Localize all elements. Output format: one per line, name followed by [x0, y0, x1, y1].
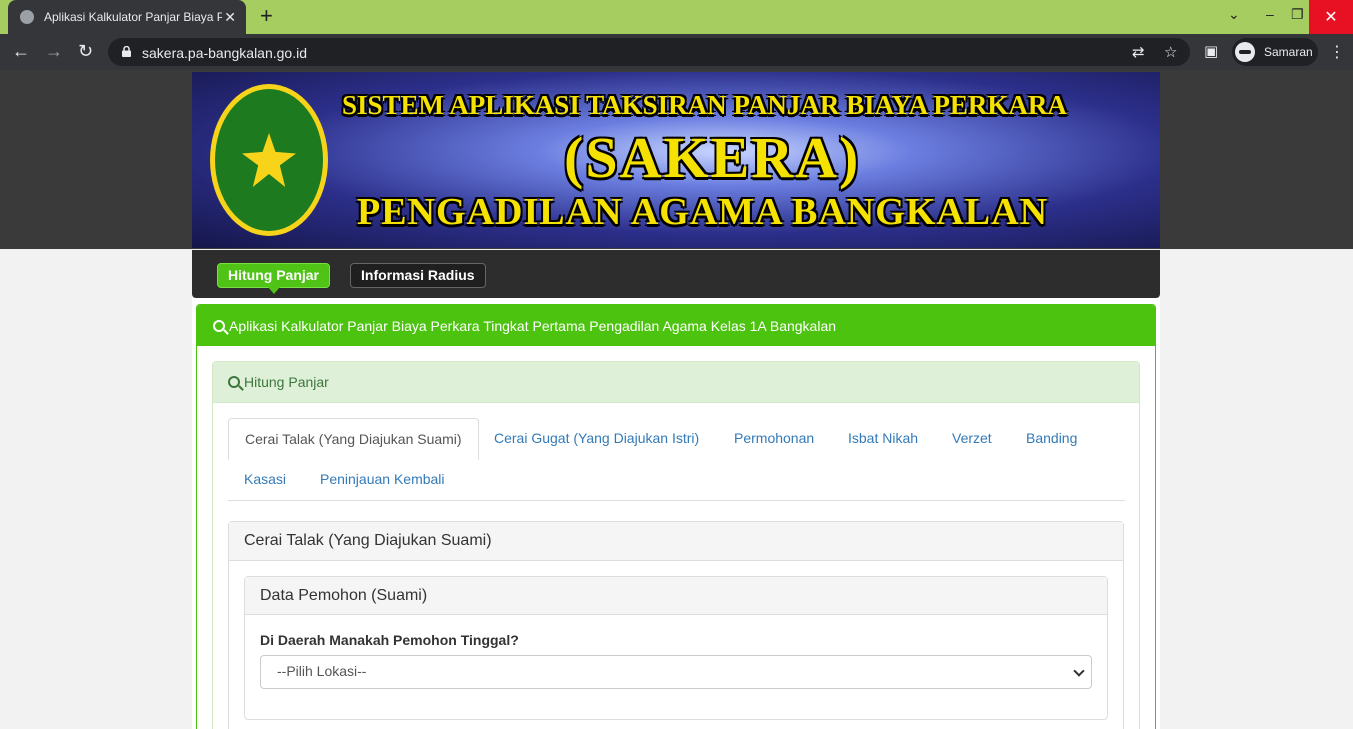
court-logo [210, 84, 328, 236]
back-icon[interactable]: ← [12, 41, 30, 61]
restore-icon[interactable]: ❐ [1291, 6, 1304, 23]
tab-search-icon[interactable]: ⌄ [1228, 6, 1240, 23]
browser-menu-icon[interactable]: ⋮ [1329, 42, 1345, 62]
globe-icon [20, 10, 34, 24]
data-pemohon-panel: Data Pemohon (Suami) Di Daerah Manakah P… [244, 576, 1108, 720]
data-panel-heading: Data Pemohon (Suami) [245, 577, 1107, 615]
cerai-talak-panel: Cerai Talak (Yang Diajukan Suami) Data P… [228, 521, 1124, 729]
translate-icon[interactable]: ⇄ [1132, 43, 1145, 61]
location-question-label: Di Daerah Manakah Pemohon Tinggal? [260, 632, 519, 648]
browser-tab-strip: Aplikasi Kalkulator Panjar Biaya Perkara… [0, 0, 1353, 34]
window-close-button[interactable]: ✕ [1309, 0, 1353, 34]
banner-line-2: (SAKERA) [564, 125, 861, 190]
bookmark-star-icon[interactable]: ☆ [1164, 43, 1177, 61]
calculator-panel: Aplikasi Kalkulator Panjar Biaya Perkara… [196, 304, 1156, 729]
star-emblem-icon [242, 133, 296, 187]
minimize-icon[interactable]: – [1266, 6, 1274, 22]
tab-cerai-gugat[interactable]: Cerai Gugat (Yang Diajukan Istri) [478, 418, 715, 458]
tab-permohonan[interactable]: Permohonan [718, 418, 830, 458]
incognito-profile-button[interactable]: Samaran [1232, 38, 1318, 66]
hitung-panjar-heading: Hitung Panjar [213, 362, 1139, 403]
banner-line-1: SISTEM APLIKASI TAKSIRAN PANJAR BIAYA PE… [342, 90, 1067, 120]
panel-title: Aplikasi Kalkulator Panjar Biaya Perkara… [229, 317, 837, 334]
calculator-panel-heading: Aplikasi Kalkulator Panjar Biaya Perkara… [197, 305, 1155, 346]
main-navbar: Hitung Panjar Informasi Radius [192, 250, 1160, 298]
nav-hitung-panjar[interactable]: Hitung Panjar [217, 263, 331, 294]
reload-icon[interactable]: ↻ [78, 41, 93, 61]
browser-tab[interactable]: Aplikasi Kalkulator Panjar Biaya Perkara… [8, 0, 246, 34]
tab-peninjauan-kembali[interactable]: Peninjauan Kembali [304, 459, 461, 499]
location-select-value: --Pilih Lokasi-- [277, 663, 367, 679]
browser-toolbar: ← → ↻ sakera.pa-bangkalan.go.id ⇄ ☆ ▣ Sa… [0, 34, 1353, 70]
location-select[interactable]: --Pilih Lokasi-- [260, 655, 1092, 689]
profile-name: Samaran [1264, 45, 1313, 59]
tab-title: Aplikasi Kalkulator Panjar Biaya Perkara [44, 10, 222, 24]
case-panel-heading: Cerai Talak (Yang Diajukan Suami) [229, 522, 1123, 561]
nav-informasi-radius[interactable]: Informasi Radius [350, 263, 486, 288]
tab-kasasi[interactable]: Kasasi [228, 459, 302, 499]
tab-cerai-talak[interactable]: Cerai Talak (Yang Diajukan Suami) [228, 418, 479, 460]
tab-isbat-nikah[interactable]: Isbat Nikah [832, 418, 934, 458]
search-icon [228, 376, 240, 388]
tab-banding[interactable]: Banding [1010, 418, 1093, 458]
forward-icon[interactable]: → [45, 41, 63, 61]
address-bar[interactable]: sakera.pa-bangkalan.go.id ⇄ ☆ [108, 38, 1190, 66]
tab-verzet[interactable]: Verzet [936, 418, 1008, 458]
hitung-panjar-panel: Hitung Panjar Cerai Talak (Yang Diajukan… [212, 361, 1140, 729]
logo-emblem [215, 89, 323, 231]
site-banner: SISTEM APLIKASI TAKSIRAN PANJAR BIAYA PE… [192, 72, 1160, 248]
sub-panel-title: Hitung Panjar [244, 374, 329, 390]
chevron-down-icon [1073, 665, 1085, 677]
tab-close-icon[interactable]: ✕ [224, 9, 236, 25]
new-tab-button[interactable]: + [260, 5, 273, 27]
lock-icon [122, 46, 131, 57]
banner-line-3: PENGADILAN AGAMA BANGKALAN [357, 191, 1049, 233]
search-icon [213, 319, 225, 332]
side-panel-icon[interactable]: ▣ [1204, 42, 1218, 60]
incognito-icon [1235, 42, 1255, 62]
url-text: sakera.pa-bangkalan.go.id [142, 45, 308, 61]
case-type-tabs: Cerai Talak (Yang Diajukan Suami) Cerai … [228, 418, 1125, 501]
